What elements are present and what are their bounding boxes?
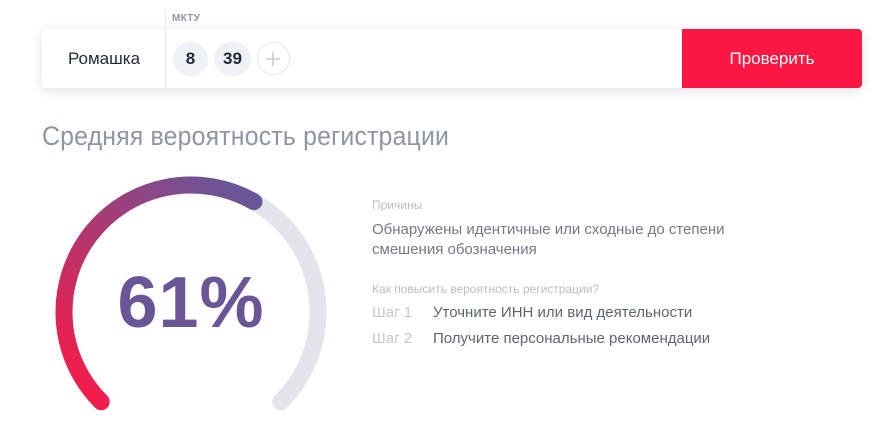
mktu-classes-field[interactable]: 8 39 [166, 29, 682, 88]
plus-icon [266, 51, 281, 66]
mktu-class-chip[interactable]: 39 [214, 41, 251, 76]
step-text: Получите персональные рекомендации [433, 330, 711, 347]
field-divider [165, 10, 166, 88]
probability-value: 61% [117, 263, 265, 343]
step-number: Шаг 1 [372, 304, 413, 321]
step-number: Шаг 2 [372, 330, 413, 347]
mktu-class-chip[interactable]: 8 [173, 41, 208, 76]
step-row: Шаг 2 Получите персональные рекомендации [372, 330, 710, 347]
reasons-label: Причины [372, 198, 423, 212]
check-button[interactable]: Проверить [682, 29, 862, 88]
brand-name-field[interactable]: Ромашка [42, 29, 166, 88]
reasons-text: Обнаружены идентичные или сходные до сте… [372, 221, 725, 258]
add-class-button[interactable] [256, 42, 290, 75]
step-text: Уточните ИНН или вид деятельности [433, 304, 693, 321]
mktu-label: МКТУ [172, 13, 201, 24]
improve-label: Как повысить вероятность регистрации? [372, 282, 600, 296]
page-title: Средняя вероятность регистрации [42, 121, 450, 151]
step-row: Шаг 1 Уточните ИНН или вид деятельности [372, 304, 692, 321]
